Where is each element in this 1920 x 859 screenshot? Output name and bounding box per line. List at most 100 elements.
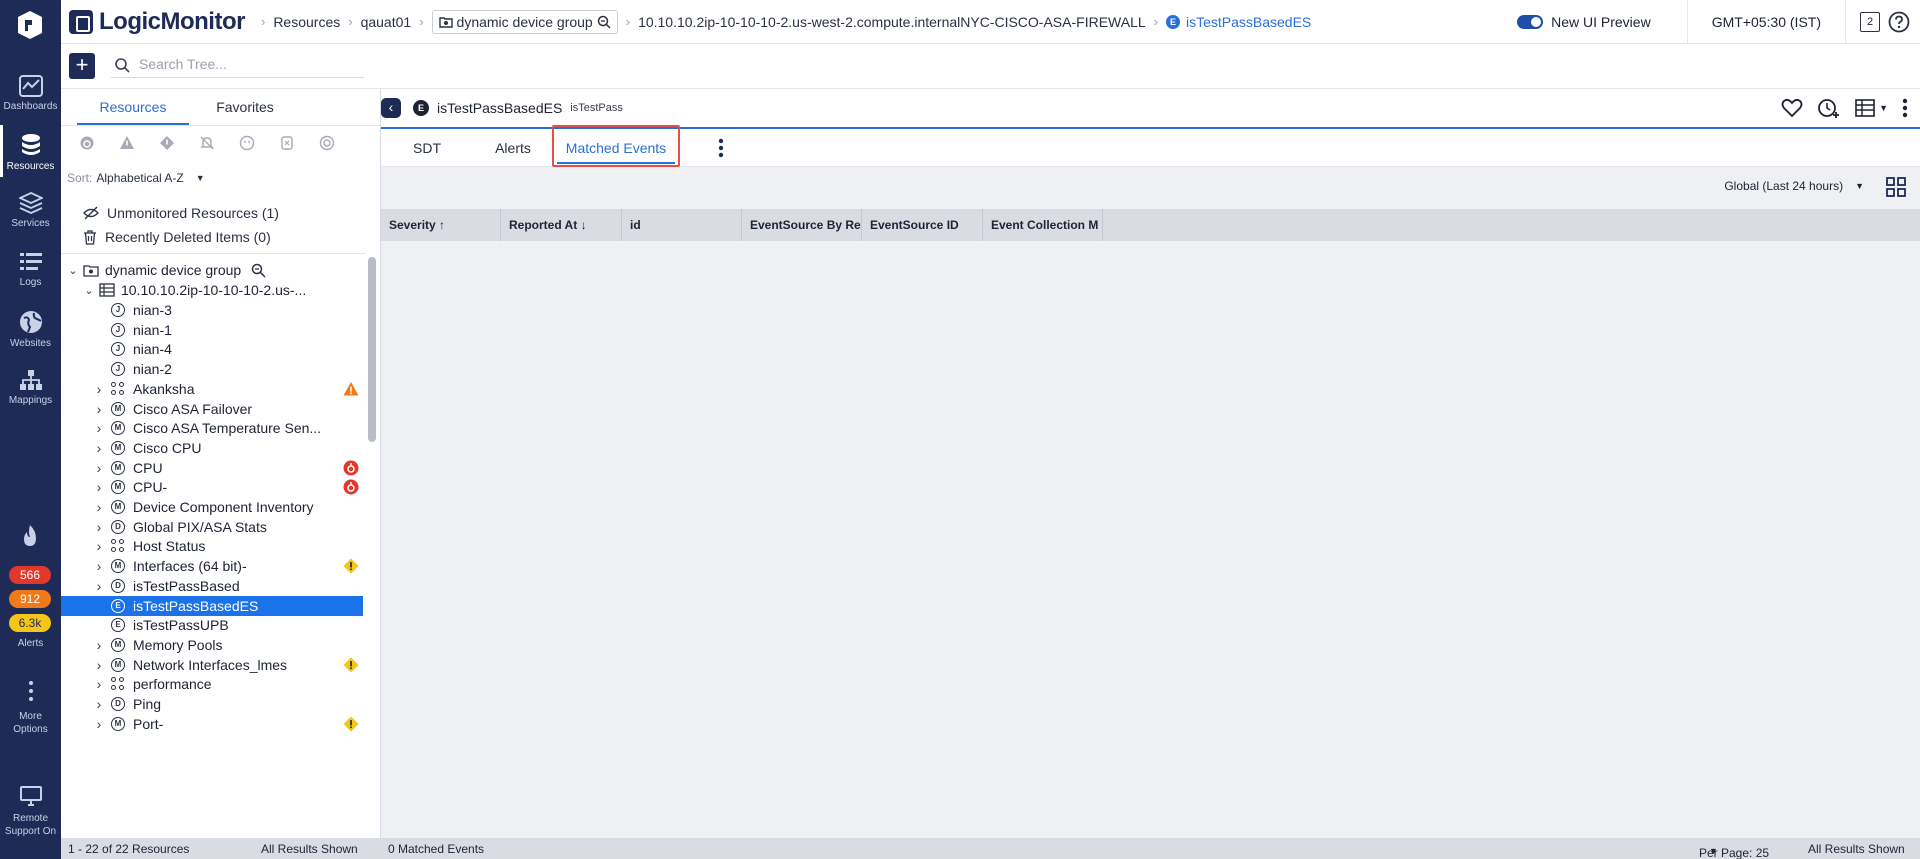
sort-control[interactable]: Sort: Alphabetical A-Z ▼: [67, 171, 205, 185]
filter-muted-icon[interactable]: [197, 133, 217, 153]
chevron-right-icon[interactable]: ›: [93, 637, 105, 653]
back-button[interactable]: ‹: [381, 98, 401, 118]
datasource-row[interactable]: › Host Status: [61, 536, 363, 556]
nav-more-options[interactable]: More Options: [0, 680, 61, 736]
filter-warning-icon[interactable]: [117, 133, 137, 153]
divider: [61, 253, 366, 254]
datasource-row[interactable]: › DisTestPassBased: [61, 576, 363, 596]
datasource-row[interactable]: › M Memory Pools: [61, 635, 363, 655]
datasource-row[interactable]: › M CPU: [61, 458, 363, 478]
chevron-right-icon[interactable]: ›: [93, 538, 105, 554]
datasource-row[interactable]: › performance: [61, 674, 363, 694]
column-reported-at[interactable]: Reported At ↓: [501, 209, 622, 241]
column-eventsource-by-re[interactable]: EventSource By Re: [742, 209, 862, 241]
chevron-down-icon[interactable]: ⌄: [83, 284, 95, 297]
datasource-row[interactable]: › M Network Interfaces_lmes: [61, 655, 363, 675]
breadcrumb-group[interactable]: dynamic device group: [431, 9, 618, 34]
tab-resources[interactable]: Resources: [77, 89, 189, 125]
datasource-row[interactable]: › M CPU-: [61, 477, 363, 497]
nav-alerts[interactable]: 566 912 6.3k Alerts: [0, 524, 61, 654]
datasource-row[interactable]: EisTestPassUPB: [61, 615, 363, 635]
new-ui-toggle[interactable]: [1517, 15, 1544, 29]
grid-view-icon[interactable]: [1886, 177, 1906, 197]
tree-group-row[interactable]: ⌄ dynamic device group: [61, 260, 363, 280]
add-button[interactable]: +: [69, 53, 95, 79]
zoom-icon[interactable]: [251, 263, 266, 278]
nav-mappings[interactable]: Mappings: [0, 369, 61, 406]
datasource-row[interactable]: › M Interfaces (64 bit)-: [61, 556, 363, 576]
breadcrumb-device[interactable]: 10.10.10.2ip-10-10-10-2.us-west-2.comput…: [638, 14, 1146, 30]
timezone-label[interactable]: GMT+05:30 (IST): [1712, 14, 1821, 30]
nav-resources[interactable]: Resources: [0, 125, 61, 177]
column-eventsource-id[interactable]: EventSource ID: [862, 209, 983, 241]
chevron-right-icon[interactable]: ›: [93, 479, 105, 495]
logicmonitor-logo-icon[interactable]: [16, 10, 44, 40]
datasource-row[interactable]: › M Port-: [61, 714, 363, 734]
tree-device-row[interactable]: ⌄ 10.10.10.2ip-10-10-10-2.us-...: [61, 280, 363, 300]
tab-favorites[interactable]: Favorites: [189, 89, 301, 125]
datasource-row[interactable]: Jnian-2: [61, 359, 363, 379]
datasource-row[interactable]: Jnian-4: [61, 339, 363, 359]
chevron-right-icon[interactable]: ›: [93, 499, 105, 515]
recently-deleted[interactable]: Recently Deleted Items (0): [83, 229, 271, 245]
filter-sdt-icon[interactable]: [317, 133, 337, 153]
more-vertical-icon[interactable]: [718, 137, 724, 159]
notifications-button[interactable]: 2: [1860, 12, 1880, 32]
nav-services[interactable]: Services: [0, 192, 61, 229]
critical-alert-count[interactable]: 566: [9, 566, 51, 584]
filter-collector-icon[interactable]: [277, 133, 297, 153]
chevron-right-icon[interactable]: ›: [93, 696, 105, 712]
nav-logs[interactable]: Logs: [0, 251, 61, 288]
tree-scrollbar[interactable]: [368, 257, 376, 837]
datasource-row[interactable]: › M Cisco ASA Temperature Sen...: [61, 418, 363, 438]
datasource-row[interactable]: EisTestPassBasedES: [61, 595, 363, 616]
time-range-select[interactable]: Global (Last 24 hours) ▼: [1724, 179, 1864, 193]
tab-sdt[interactable]: SDT: [407, 129, 447, 167]
nav-dashboards[interactable]: Dashboards: [0, 75, 61, 112]
nav-remote-support[interactable]: Remote Support On: [0, 786, 61, 838]
chevron-right-icon[interactable]: ›: [93, 676, 105, 692]
chevron-down-icon[interactable]: ⌄: [67, 264, 79, 277]
warning-alert-count[interactable]: 6.3k: [9, 614, 51, 632]
heart-icon[interactable]: [1781, 98, 1803, 118]
filter-error-icon[interactable]: [157, 133, 177, 153]
datasource-row[interactable]: Jnian-3: [61, 300, 363, 320]
datasource-row[interactable]: › M Cisco CPU: [61, 438, 363, 458]
chevron-right-icon[interactable]: ›: [93, 401, 105, 417]
datasource-row[interactable]: › D Global PIX/ASA Stats: [61, 517, 363, 537]
chevron-right-icon[interactable]: ›: [93, 657, 105, 673]
breadcrumb-current[interactable]: E isTestPassBasedES: [1165, 14, 1311, 30]
breadcrumb-resources[interactable]: Resources: [273, 14, 340, 30]
filter-critical-icon[interactable]: [77, 133, 97, 153]
chevron-right-icon[interactable]: ›: [93, 460, 105, 476]
chevron-right-icon[interactable]: ›: [93, 519, 105, 535]
tab-alerts[interactable]: Alerts: [491, 129, 535, 167]
chevron-right-icon[interactable]: ›: [93, 578, 105, 594]
chevron-right-icon: ›: [348, 14, 353, 29]
filter-dead-icon[interactable]: [237, 133, 257, 153]
column-event-collection[interactable]: Event Collection M: [983, 209, 1103, 241]
datasource-row[interactable]: › Akanksha: [61, 379, 363, 399]
datasource-row[interactable]: › M Cisco ASA Failover: [61, 399, 363, 419]
chevron-right-icon[interactable]: ›: [93, 558, 105, 574]
help-icon[interactable]: [1888, 11, 1910, 33]
breadcrumb-portal[interactable]: qauat01: [361, 14, 412, 30]
brand[interactable]: LogicMonitor: [69, 8, 245, 36]
column-severity[interactable]: Severity ↑: [381, 209, 501, 241]
chevron-right-icon[interactable]: ›: [93, 381, 105, 397]
more-vertical-icon[interactable]: [1902, 97, 1908, 119]
add-sdt-icon[interactable]: [1817, 97, 1841, 119]
error-alert-count[interactable]: 912: [9, 590, 51, 608]
datasource-row[interactable]: Jnian-1: [61, 320, 363, 340]
column-id[interactable]: id: [622, 209, 742, 241]
datasource-row[interactable]: › D Ping: [61, 694, 363, 714]
search-input[interactable]: [139, 56, 354, 72]
nav-websites[interactable]: Websites: [0, 310, 61, 349]
chevron-right-icon[interactable]: ›: [93, 440, 105, 456]
chevron-right-icon[interactable]: ›: [93, 716, 105, 732]
table-settings-dropdown[interactable]: ▼: [1855, 99, 1888, 117]
datasource-row[interactable]: › M Device Component Inventory: [61, 497, 363, 517]
scrollbar-thumb[interactable]: [368, 257, 376, 442]
unmonitored-resources[interactable]: Unmonitored Resources (1): [83, 205, 279, 221]
chevron-right-icon[interactable]: ›: [93, 420, 105, 436]
